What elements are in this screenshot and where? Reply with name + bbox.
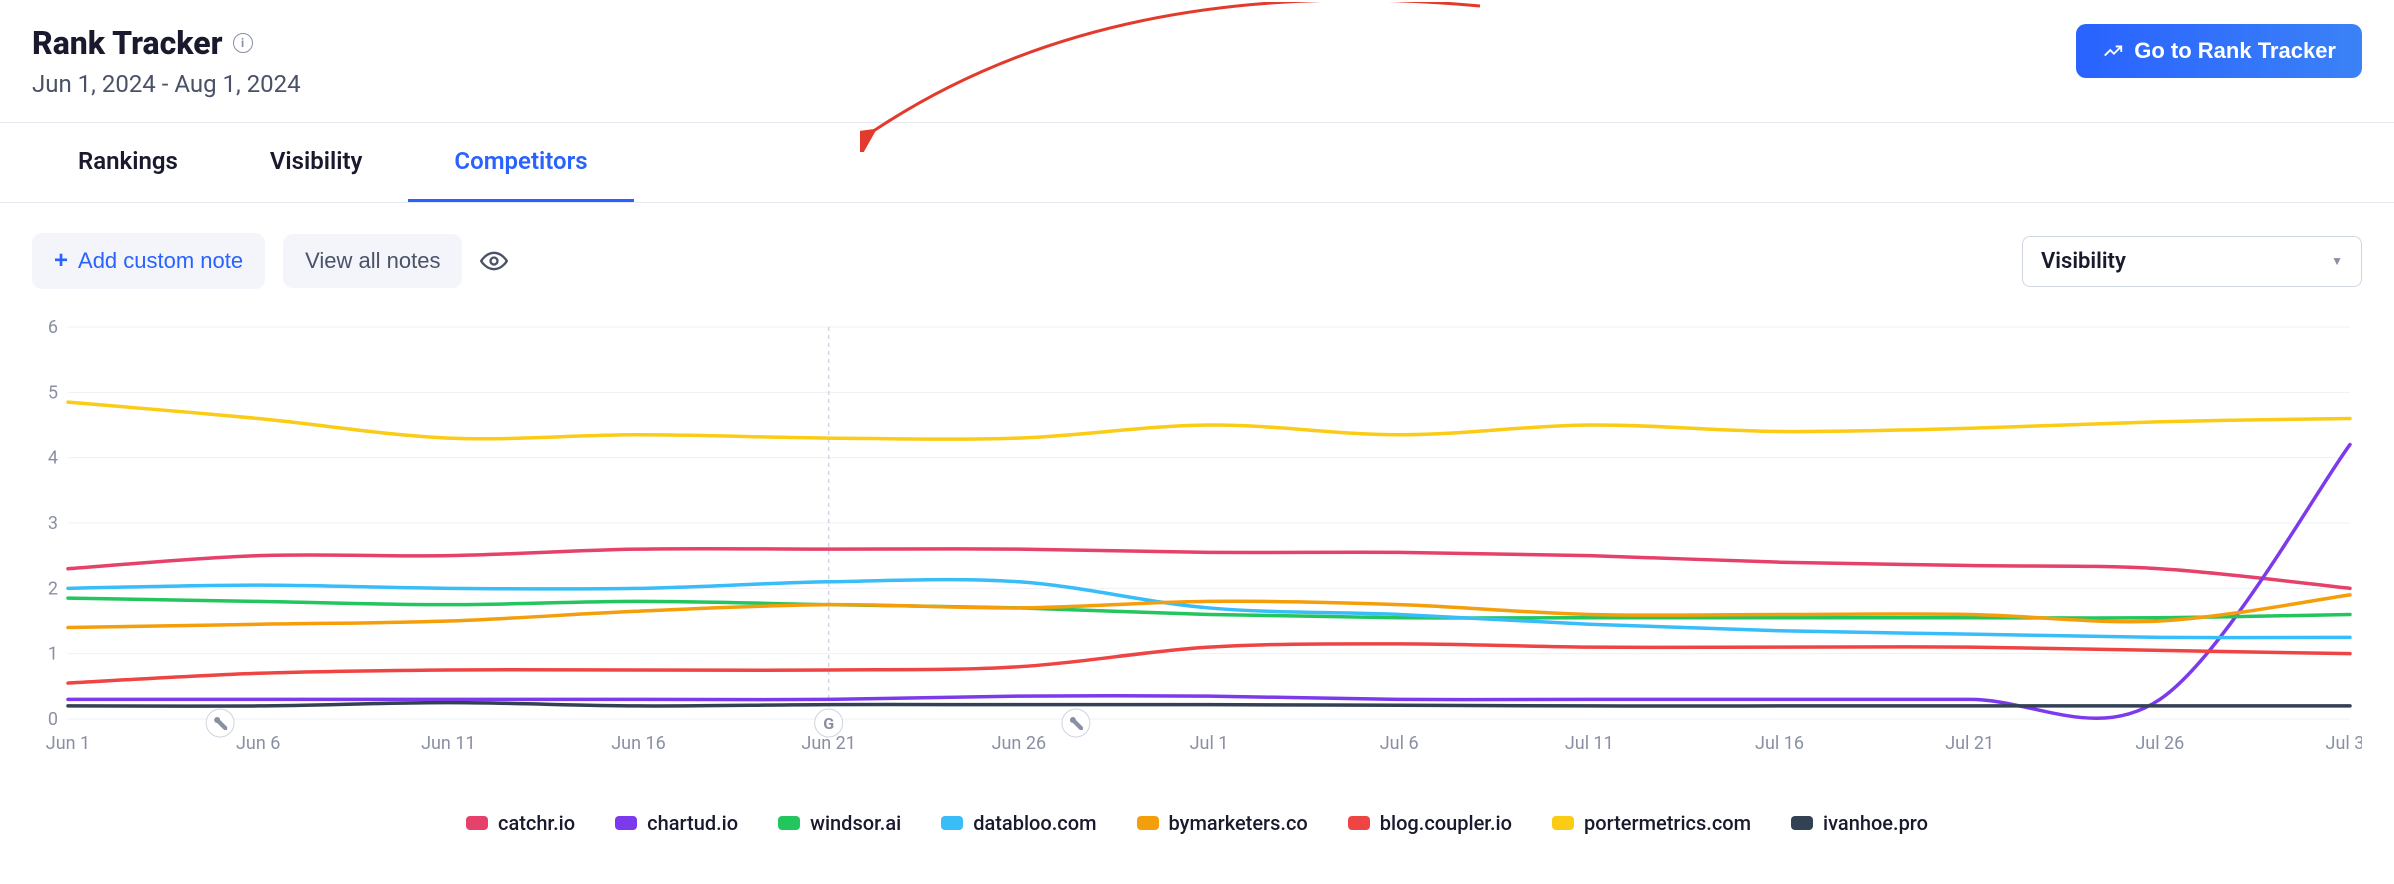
view-all-notes-button[interactable]: View all notes <box>283 234 462 288</box>
legend-label: portermetrics.com <box>1584 811 1751 835</box>
legend-swatch <box>466 816 488 830</box>
legend-label: databloo.com <box>973 811 1096 835</box>
legend-swatch <box>941 816 963 830</box>
go-to-rank-tracker-button[interactable]: Go to Rank Tracker <box>2076 24 2362 78</box>
plus-icon: + <box>54 247 68 275</box>
legend-swatch <box>1348 816 1370 830</box>
tab-label: Visibility <box>270 147 363 175</box>
legend-item[interactable]: databloo.com <box>941 811 1096 835</box>
page-header: Rank Tracker i Jun 1, 2024 - Aug 1, 2024… <box>0 0 2394 110</box>
select-value: Visibility <box>2041 249 2126 274</box>
header-left: Rank Tracker i Jun 1, 2024 - Aug 1, 2024 <box>32 24 301 98</box>
chart-legend: catchr.io chartud.io windsor.ai databloo.co… <box>32 789 2362 835</box>
visibility-chart: 0123456Jun 1Jun 6Jun 11Jun 16Jun 21Jun 2… <box>32 319 2362 789</box>
legend-item[interactable]: ivanhoe.pro <box>1791 811 1928 835</box>
title-row: Rank Tracker i <box>32 24 301 62</box>
legend-item[interactable]: portermetrics.com <box>1552 811 1751 835</box>
legend-label: windsor.ai <box>810 811 901 835</box>
legend-swatch <box>1552 816 1574 830</box>
svg-text:5: 5 <box>48 382 58 403</box>
legend-label: chartud.io <box>647 811 738 835</box>
svg-text:G: G <box>823 714 834 733</box>
trend-icon <box>2102 40 2124 62</box>
date-range: Jun 1, 2024 - Aug 1, 2024 <box>32 70 301 98</box>
svg-text:Jun 16: Jun 16 <box>611 733 666 754</box>
svg-text:Jul 31: Jul 31 <box>2326 733 2362 754</box>
add-note-label: Add custom note <box>78 248 243 274</box>
tab-visibility[interactable]: Visibility <box>224 123 409 202</box>
svg-text:Jul 26: Jul 26 <box>2135 733 2184 754</box>
legend-swatch <box>778 816 800 830</box>
tab-competitors[interactable]: Competitors <box>408 123 633 202</box>
add-custom-note-button[interactable]: + Add custom note <box>32 233 265 289</box>
tab-label: Rankings <box>78 147 178 175</box>
view-notes-label: View all notes <box>305 248 440 274</box>
legend-item[interactable]: windsor.ai <box>778 811 901 835</box>
metric-select[interactable]: Visibility ▼ <box>2022 236 2362 287</box>
svg-text:Jul 6: Jul 6 <box>1380 733 1419 754</box>
svg-text:Jul 1: Jul 1 <box>1190 733 1229 754</box>
page-title: Rank Tracker <box>32 24 223 62</box>
legend-swatch <box>615 816 637 830</box>
svg-text:0: 0 <box>48 709 58 730</box>
svg-text:1: 1 <box>48 644 58 665</box>
legend-item[interactable]: bymarketers.co <box>1137 811 1308 835</box>
svg-text:Jun 6: Jun 6 <box>236 733 280 754</box>
svg-text:Jul 21: Jul 21 <box>1945 733 1994 754</box>
svg-text:3: 3 <box>48 513 58 534</box>
chart-area: 0123456Jun 1Jun 6Jun 11Jun 16Jun 21Jun 2… <box>0 299 2394 835</box>
legend-label: bymarketers.co <box>1169 811 1308 835</box>
legend-label: ivanhoe.pro <box>1823 811 1928 835</box>
tabs-bar: Rankings Visibility Competitors <box>0 122 2394 203</box>
tab-rankings[interactable]: Rankings <box>32 123 224 202</box>
legend-item[interactable]: catchr.io <box>466 811 575 835</box>
legend-item[interactable]: chartud.io <box>615 811 738 835</box>
legend-item[interactable]: blog.coupler.io <box>1348 811 1512 835</box>
svg-text:Jul 16: Jul 16 <box>1755 733 1804 754</box>
svg-text:4: 4 <box>48 448 58 469</box>
chart-toolbar: + Add custom note View all notes Visibil… <box>0 203 2394 299</box>
svg-text:Jul 11: Jul 11 <box>1565 733 1614 754</box>
legend-label: catchr.io <box>498 811 575 835</box>
svg-text:Jun 11: Jun 11 <box>421 733 476 754</box>
info-icon[interactable]: i <box>233 33 253 53</box>
svg-text:2: 2 <box>48 578 58 599</box>
eye-icon[interactable] <box>480 247 508 275</box>
legend-label: blog.coupler.io <box>1380 811 1512 835</box>
svg-text:Jun 1: Jun 1 <box>46 733 90 754</box>
chevron-down-icon: ▼ <box>2331 254 2343 268</box>
svg-text:Jun 26: Jun 26 <box>992 733 1047 754</box>
tab-label: Competitors <box>454 147 587 175</box>
svg-text:6: 6 <box>48 319 58 338</box>
legend-swatch <box>1791 816 1813 830</box>
cta-label: Go to Rank Tracker <box>2134 38 2336 64</box>
toolbar-left: + Add custom note View all notes <box>32 233 508 289</box>
legend-swatch <box>1137 816 1159 830</box>
